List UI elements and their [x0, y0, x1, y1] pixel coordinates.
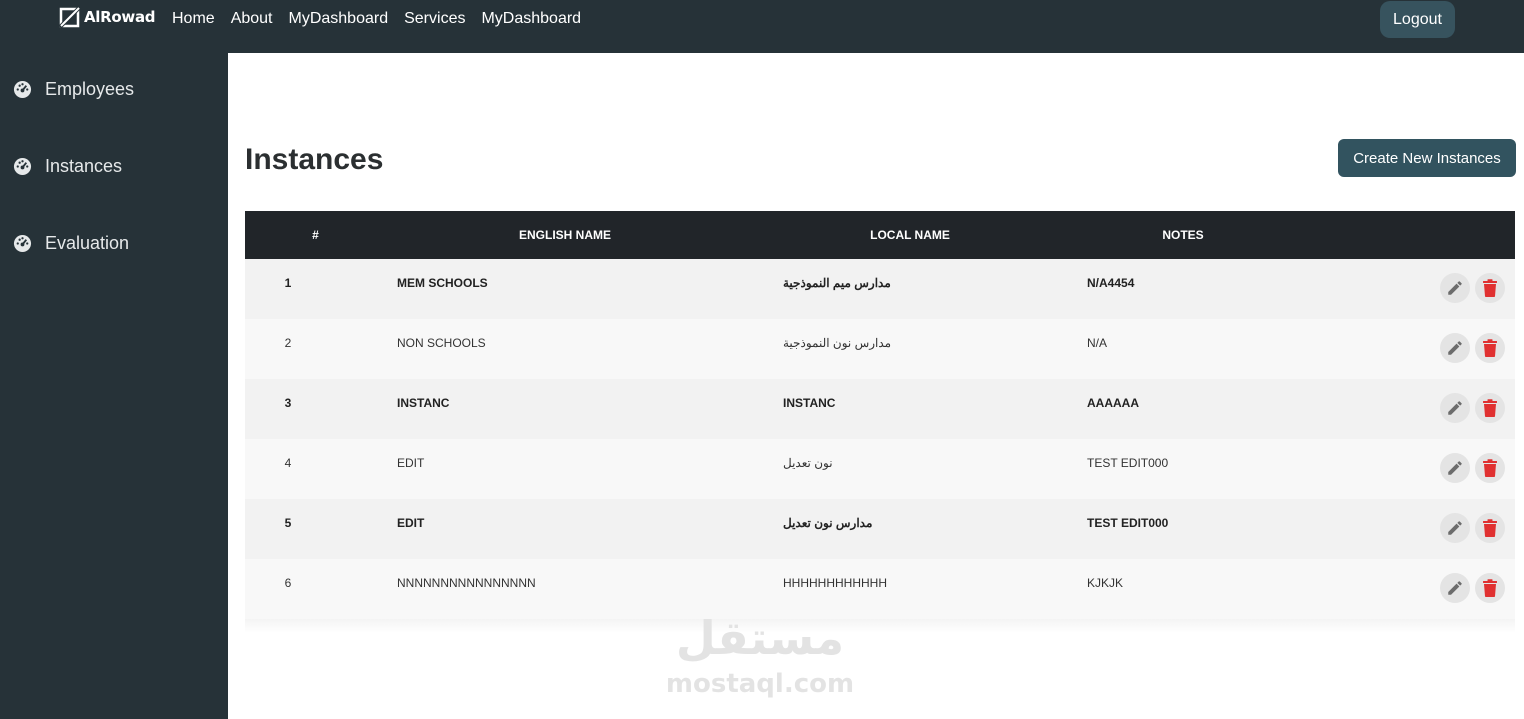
row-number: 3: [284, 396, 292, 410]
row-local-name: INSTANC: [783, 396, 836, 410]
brand-logo-icon: [58, 5, 82, 29]
nav-mydashboard-link-2[interactable]: MyDashboard: [481, 9, 581, 29]
edit-button[interactable]: [1440, 453, 1470, 483]
row-english-name: INSTANC: [397, 396, 450, 410]
row-number: 6: [284, 576, 292, 590]
trash-icon: [1483, 519, 1497, 537]
top-navbar: AlRowad Home About MyDashboard Services …: [0, 0, 1524, 53]
table-body: 1 MEM SCHOOLS مدارس ميم النموذجية N/A4454 2 N…: [245, 259, 1515, 619]
row-notes: TEST EDIT000: [1087, 456, 1169, 470]
delete-button[interactable]: [1475, 273, 1505, 303]
main-nav: Home About MyDashboard Services MyDashbo…: [172, 9, 581, 29]
row-number: 4: [284, 456, 292, 470]
table-row: 4 EDIT نون تعديل TEST EDIT000: [245, 439, 1515, 499]
edit-button[interactable]: [1440, 393, 1470, 423]
watermark: مستقل mostaql.com: [660, 615, 860, 699]
row-local-name: مدارس نون النموذجية: [783, 336, 892, 350]
table-row: 6 NNNNNNNNNNNNNNNN HHHHHHHHHHHH KJKJK: [245, 559, 1515, 619]
delete-button[interactable]: [1475, 453, 1505, 483]
pencil-icon: [1448, 521, 1462, 535]
page-title: Instances: [245, 143, 384, 176]
column-header-local-name: LOCAL NAME: [870, 228, 950, 242]
row-english-name: EDIT: [397, 516, 425, 530]
row-notes: N/A4454: [1087, 276, 1135, 290]
sidebar-item-employees[interactable]: Employees: [13, 79, 134, 100]
row-number: 1: [284, 276, 292, 290]
row-english-name: NNNNNNNNNNNNNNNN: [397, 576, 536, 590]
pencil-icon: [1448, 461, 1462, 475]
edit-button[interactable]: [1440, 273, 1470, 303]
watermark-latin: mostaql.com: [665, 669, 855, 699]
row-notes: KJKJK: [1087, 576, 1124, 590]
dashboard-gauge-icon: [13, 157, 32, 176]
create-new-instance-button[interactable]: Create New Instances: [1338, 139, 1516, 177]
table-row: 5 EDIT مدارس نون تعديل TEST EDIT000: [245, 499, 1515, 559]
row-local-name: مدارس ميم النموذجية: [783, 276, 891, 290]
instances-table: # ENGLISH NAME LOCAL NAME NOTES 1 MEM SCH…: [245, 211, 1515, 633]
column-header-notes: NOTES: [1162, 228, 1204, 242]
brand-logo[interactable]: AlRowad: [58, 4, 156, 30]
nav-mydashboard-link[interactable]: MyDashboard: [289, 9, 389, 29]
pencil-icon: [1448, 581, 1462, 595]
delete-button[interactable]: [1475, 393, 1505, 423]
watermark-arabic: مستقل: [675, 611, 845, 665]
row-notes: TEST EDIT000: [1087, 516, 1169, 530]
row-number: 2: [284, 336, 292, 350]
trash-icon: [1483, 339, 1497, 357]
delete-button[interactable]: [1475, 573, 1505, 603]
trash-icon: [1483, 399, 1497, 417]
nav-about-link[interactable]: About: [231, 9, 273, 29]
row-number: 5: [284, 516, 292, 530]
edit-button[interactable]: [1440, 573, 1470, 603]
table-header: # ENGLISH NAME LOCAL NAME NOTES: [245, 211, 1515, 259]
column-header-number: #: [312, 228, 319, 242]
table-bottom-shadow: [245, 619, 1515, 633]
edit-button[interactable]: [1440, 513, 1470, 543]
nav-home-link[interactable]: Home: [172, 9, 215, 29]
table-row: 3 INSTANC INSTANC AAAAAA: [245, 379, 1515, 439]
row-local-name: HHHHHHHHHHHH: [783, 576, 887, 590]
row-english-name: EDIT: [397, 456, 425, 470]
nav-services-link[interactable]: Services: [404, 9, 465, 29]
brand-name: AlRowad: [84, 8, 156, 26]
sidebar-item-label: Employees: [45, 79, 135, 99]
sidebar-item-label: Evaluation: [45, 233, 130, 253]
pencil-icon: [1448, 281, 1462, 295]
row-english-name: MEM SCHOOLS: [397, 276, 488, 290]
pencil-icon: [1448, 341, 1462, 355]
delete-button[interactable]: [1475, 333, 1505, 363]
sidebar-item-evaluation[interactable]: Evaluation: [13, 233, 129, 254]
trash-icon: [1483, 459, 1497, 477]
trash-icon: [1483, 279, 1497, 297]
table-row: 1 MEM SCHOOLS مدارس ميم النموذجية N/A4454: [245, 259, 1515, 319]
dashboard-gauge-icon: [13, 234, 32, 253]
delete-button[interactable]: [1475, 513, 1505, 543]
sidebar: Employees Instances Evaluation: [0, 53, 228, 719]
logout-button[interactable]: Logout: [1380, 1, 1455, 38]
pencil-icon: [1448, 401, 1462, 415]
trash-icon: [1483, 579, 1497, 597]
row-notes: AAAAAA: [1087, 396, 1139, 410]
sidebar-item-instances[interactable]: Instances: [13, 156, 122, 177]
sidebar-item-label: Instances: [45, 156, 123, 176]
row-local-name: مدارس نون تعديل: [783, 516, 873, 530]
table-row: 2 NON SCHOOLS مدارس نون النموذجية N/A: [245, 319, 1515, 379]
column-header-english-name: ENGLISH NAME: [518, 228, 611, 242]
dashboard-gauge-icon: [13, 80, 32, 99]
row-local-name: نون تعديل: [783, 456, 833, 470]
row-notes: N/A: [1087, 336, 1108, 350]
row-english-name: NON SCHOOLS: [397, 336, 486, 350]
edit-button[interactable]: [1440, 333, 1470, 363]
